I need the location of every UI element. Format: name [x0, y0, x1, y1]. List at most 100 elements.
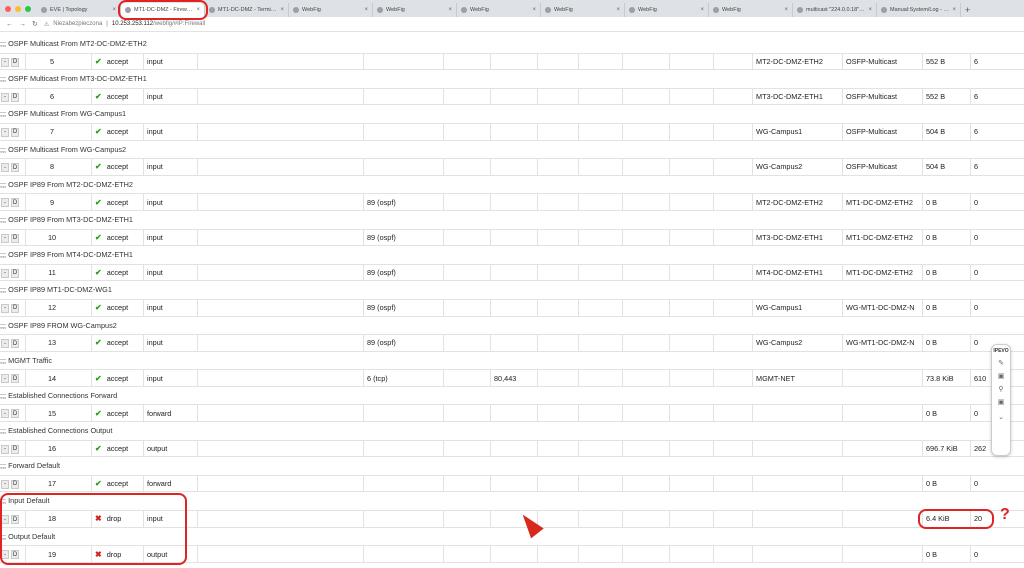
table-row[interactable]: - D 12 ✔ accept input 89 (ospf) WG-Campus1 WG-MT…	[0, 298, 1024, 317]
browser-tab[interactable]: WebFig ×	[373, 3, 457, 17]
browser-tab[interactable]: WebFig ×	[457, 3, 541, 17]
table-row[interactable]: - D 9 ✔ accept input 89 (ospf) MT2-DC-DMZ-ETH2 M…	[0, 193, 1024, 211]
empty-cell	[713, 88, 752, 105]
close-tab-icon[interactable]: ×	[700, 7, 704, 13]
disable-rule-button[interactable]: D	[11, 127, 19, 137]
empty-cell	[622, 194, 669, 210]
chevron-down-icon[interactable]: ⌄	[998, 413, 1004, 421]
remove-rule-button[interactable]: -	[1, 127, 9, 137]
camera-icon[interactable]: ▣	[998, 398, 1005, 406]
remove-rule-button[interactable]: -	[1, 163, 9, 173]
table-row[interactable]: - D 13 ✔ accept input 89 (ospf) WG-Campus2 WG-MT…	[0, 334, 1024, 352]
remove-rule-button[interactable]: -	[1, 339, 9, 349]
table-row[interactable]: - D 17 ✔ accept forward 0 B0	[0, 474, 1024, 493]
table-row[interactable]: - D 7 ✔ accept input WG-Campus1 OSFP-Multicast 5…	[0, 122, 1024, 141]
remove-rule-button[interactable]: -	[1, 444, 9, 454]
disable-rule-button[interactable]: D	[11, 303, 19, 313]
empty-cell	[713, 335, 752, 351]
rule-dst-port	[490, 440, 537, 457]
remove-rule-button[interactable]: -	[1, 198, 9, 208]
disable-rule-button[interactable]: D	[11, 339, 19, 349]
empty-cell	[622, 264, 669, 281]
disable-rule-button[interactable]: D	[11, 444, 19, 454]
empty-cell	[443, 370, 490, 386]
image-icon[interactable]: ▣	[998, 372, 1005, 380]
close-tab-icon[interactable]: ×	[784, 7, 788, 13]
empty-cell	[197, 299, 363, 316]
reload-icon[interactable]: ↻	[32, 20, 38, 28]
pen-icon[interactable]: ✎	[998, 359, 1004, 367]
browser-tab[interactable]: EVE | Topology ×	[37, 3, 121, 17]
browser-tab[interactable]: multicast "224.0.0.18" mi ×	[793, 3, 877, 17]
browser-tab[interactable]: Manual:System/Log - Mik ×	[877, 3, 961, 17]
remove-rule-button[interactable]: -	[1, 233, 9, 243]
disable-rule-button[interactable]: D	[11, 92, 19, 102]
browser-tab[interactable]: MT1-DC-DMZ - Terminal ×	[205, 3, 289, 17]
rule-protocol	[363, 475, 443, 492]
security-label: Niezabezpieczona	[53, 21, 103, 27]
remove-rule-button[interactable]: -	[1, 303, 9, 313]
rule-number: 8	[25, 159, 60, 175]
remove-rule-button[interactable]: -	[1, 57, 9, 67]
browser-tab[interactable]: WebFig ×	[625, 3, 709, 17]
empty-cell	[537, 440, 578, 457]
table-row[interactable]: - D 6 ✔ accept input MT3-DC-DMZ-ETH1 OSFP-Multi…	[0, 87, 1024, 106]
disable-rule-button[interactable]: D	[11, 374, 19, 384]
table-row[interactable]: - D 14 ✔ accept input 6 (tcp) 80,443 MGMT-NET 73.…	[0, 369, 1024, 387]
table-row[interactable]: - D 11 ✔ accept input 89 (ospf) MT4-DC-DMZ-ETH1…	[0, 263, 1024, 282]
rule-comment: ;;; OSPF IP89 MT1-DC-DMZ-WG1	[0, 285, 112, 295]
close-tab-icon[interactable]: ×	[532, 7, 536, 13]
disable-rule-button[interactable]: D	[11, 163, 19, 173]
remove-rule-button[interactable]: -	[1, 268, 9, 278]
remove-rule-button[interactable]: -	[1, 92, 9, 102]
empty-cell	[443, 335, 490, 351]
active-tab-highlight	[118, 0, 208, 20]
close-tab-icon[interactable]: ×	[112, 7, 116, 13]
close-tab-icon[interactable]: ×	[448, 7, 452, 13]
remove-rule-button[interactable]: -	[1, 374, 9, 384]
back-icon[interactable]: ←	[6, 21, 13, 28]
rule-chain: input	[143, 53, 197, 70]
browser-tab[interactable]: WebFig ×	[541, 3, 625, 17]
remove-rule-button[interactable]: -	[1, 409, 9, 419]
close-tab-icon[interactable]: ×	[364, 7, 368, 13]
disable-rule-button[interactable]: D	[11, 233, 19, 243]
close-window-button[interactable]	[5, 6, 11, 12]
rule-bytes: 73.8 KiB	[922, 370, 970, 386]
tab-label: multicast "224.0.0.18" mi	[806, 7, 866, 13]
table-row[interactable]: - D 8 ✔ accept input WG-Campus2 OSFP-Multicast 5…	[0, 158, 1024, 176]
rule-dst-port: 80,443	[490, 370, 537, 386]
maximize-window-button[interactable]	[25, 6, 31, 12]
search-doc-icon[interactable]: ⚲	[998, 385, 1003, 393]
table-row[interactable]: - D 10 ✔ accept input 89 (ospf) MT3-DC-DMZ-ETH1…	[0, 228, 1024, 247]
disable-rule-button[interactable]: D	[11, 57, 19, 67]
table-row[interactable]: - D 15 ✔ accept forward 0 B0	[0, 404, 1024, 423]
close-tab-icon[interactable]: ×	[280, 7, 284, 13]
remove-rule-button[interactable]: -	[1, 479, 9, 489]
rule-bytes: 0 B	[922, 229, 970, 246]
browser-tab[interactable]: WebFig ×	[709, 3, 793, 17]
disable-rule-button[interactable]: D	[11, 409, 19, 419]
table-row[interactable]: - D 16 ✔ accept output 696.7 KiB 262	[0, 439, 1024, 458]
table-row[interactable]: - D 5 ✔ accept input MT2-DC-DMZ-ETH2 OSFP-Multi…	[0, 52, 1024, 71]
disable-rule-button[interactable]: D	[11, 479, 19, 489]
rule-number: 12	[25, 299, 60, 316]
forward-icon[interactable]: →	[19, 21, 26, 28]
close-tab-icon[interactable]: ×	[868, 7, 872, 13]
browser-tab[interactable]: WebFig ×	[289, 3, 373, 17]
new-tab-button[interactable]: +	[961, 5, 974, 17]
close-tab-icon[interactable]: ×	[616, 7, 620, 13]
disable-rule-button[interactable]: D	[11, 198, 19, 208]
rule-bytes: 0 B	[922, 475, 970, 492]
minimize-window-button[interactable]	[15, 6, 21, 12]
accept-icon: ✔	[95, 408, 102, 418]
empty-cell	[443, 159, 490, 175]
rule-address-list	[842, 475, 922, 492]
rule-comment: ;;; OSPF IP89 FROM WG-Campus2	[0, 320, 117, 330]
disable-rule-button[interactable]: D	[11, 268, 19, 278]
empty-cell	[443, 440, 490, 457]
empty-cell	[197, 335, 363, 351]
close-tab-icon[interactable]: ×	[952, 7, 956, 13]
rule-dst-port	[490, 299, 537, 316]
url-field[interactable]: ⚠ Niezabezpieczona | 10.253.253.112/webf…	[44, 21, 205, 28]
